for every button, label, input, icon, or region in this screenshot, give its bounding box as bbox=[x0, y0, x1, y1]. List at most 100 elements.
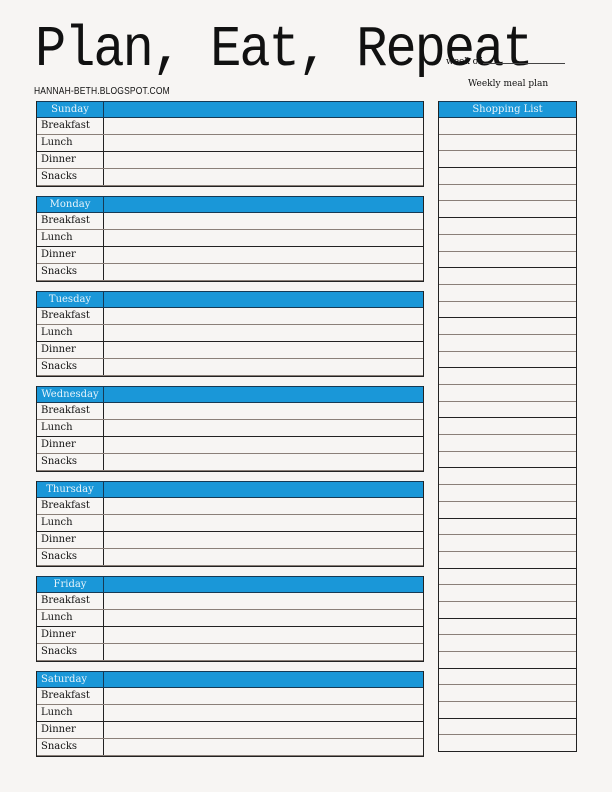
day-name: Sunday bbox=[37, 102, 104, 117]
shopping-list-line[interactable] bbox=[439, 201, 576, 219]
meal-entry-field[interactable] bbox=[104, 644, 423, 660]
meal-entry-field[interactable] bbox=[104, 437, 423, 453]
shopping-list-line[interactable] bbox=[439, 118, 576, 135]
shopping-list-line[interactable] bbox=[439, 652, 576, 669]
shopping-list-line[interactable] bbox=[439, 335, 576, 352]
meal-label: Snacks bbox=[37, 264, 104, 280]
meal-entry-field[interactable] bbox=[104, 213, 423, 229]
day-header: Friday bbox=[37, 576, 423, 593]
day-header: Tuesday bbox=[37, 291, 423, 308]
meal-entry-field[interactable] bbox=[104, 739, 423, 755]
shopping-list-line[interactable] bbox=[439, 569, 576, 586]
shopping-list-line[interactable] bbox=[439, 685, 576, 703]
shopping-list-line[interactable] bbox=[439, 168, 576, 185]
shopping-list-line[interactable] bbox=[439, 702, 576, 719]
meal-entry-field[interactable] bbox=[104, 264, 423, 280]
shopping-list-line[interactable] bbox=[439, 151, 576, 169]
meal-entry-field[interactable] bbox=[104, 454, 423, 470]
shopping-list-line[interactable] bbox=[439, 519, 576, 536]
shopping-list-line[interactable] bbox=[439, 452, 576, 469]
week-of-field[interactable]: week of bbox=[446, 55, 566, 67]
subtitle: Weekly meal plan bbox=[468, 79, 549, 89]
shopping-list-line[interactable] bbox=[439, 669, 576, 686]
meal-entry-field[interactable] bbox=[104, 247, 423, 263]
meal-entry-field[interactable] bbox=[104, 549, 423, 565]
meal-entry-field[interactable] bbox=[104, 135, 423, 151]
meal-entry-field[interactable] bbox=[104, 152, 423, 168]
shopping-list-line[interactable] bbox=[439, 268, 576, 285]
shopping-list-line[interactable] bbox=[439, 368, 576, 385]
meal-row: Breakfast bbox=[37, 118, 423, 135]
meal-label: Dinner bbox=[37, 627, 104, 643]
meal-entry-field[interactable] bbox=[104, 593, 423, 609]
shopping-list-line[interactable] bbox=[439, 535, 576, 552]
shopping-list-line[interactable] bbox=[439, 135, 576, 152]
meal-row: Dinner bbox=[37, 627, 423, 644]
shopping-list-line[interactable] bbox=[439, 352, 576, 369]
shopping-list-line[interactable] bbox=[439, 552, 576, 569]
shopping-list-line[interactable] bbox=[439, 402, 576, 419]
shopping-list-header: Shopping List bbox=[439, 101, 576, 118]
meal-entry-field[interactable] bbox=[104, 403, 423, 419]
meal-row: Dinner bbox=[37, 247, 423, 264]
day-name: Thursday bbox=[37, 482, 104, 497]
shopping-list-line[interactable] bbox=[439, 435, 576, 452]
meal-entry-field[interactable] bbox=[104, 722, 423, 738]
meal-entry-field[interactable] bbox=[104, 627, 423, 643]
day-name: Monday bbox=[37, 197, 104, 212]
meal-entry-field[interactable] bbox=[104, 610, 423, 626]
shopping-list-line[interactable] bbox=[439, 619, 576, 636]
shopping-list-line[interactable] bbox=[439, 318, 576, 335]
meal-entry-field[interactable] bbox=[104, 230, 423, 246]
shopping-list-line[interactable] bbox=[439, 252, 576, 269]
shopping-list-line[interactable] bbox=[439, 635, 576, 652]
shopping-list-line[interactable] bbox=[439, 185, 576, 202]
meal-label: Snacks bbox=[37, 169, 104, 185]
shopping-list-line[interactable] bbox=[439, 735, 576, 751]
meal-row: Dinner bbox=[37, 437, 423, 454]
week-of-blank[interactable] bbox=[483, 55, 566, 64]
meal-label: Snacks bbox=[37, 359, 104, 375]
meal-row: Breakfast bbox=[37, 498, 423, 515]
meal-entry-field[interactable] bbox=[104, 342, 423, 358]
meal-label: Snacks bbox=[37, 454, 104, 470]
shopping-list-line[interactable] bbox=[439, 285, 576, 302]
shopping-list-lines bbox=[439, 118, 576, 751]
shopping-list-line[interactable] bbox=[439, 235, 576, 252]
shopping-list-line[interactable] bbox=[439, 485, 576, 502]
meal-entry-field[interactable] bbox=[104, 515, 423, 531]
meal-entry-field[interactable] bbox=[104, 420, 423, 436]
meal-label: Dinner bbox=[37, 532, 104, 548]
shopping-list-line[interactable] bbox=[439, 302, 576, 319]
day-table-saturday: Saturday Breakfast Lunch Dinner Snacks bbox=[36, 671, 424, 757]
shopping-list-line[interactable] bbox=[439, 218, 576, 235]
shopping-list-line[interactable] bbox=[439, 585, 576, 602]
meal-entry-field[interactable] bbox=[104, 169, 423, 185]
shopping-list-line[interactable] bbox=[439, 468, 576, 486]
meal-label: Dinner bbox=[37, 722, 104, 738]
meal-label: Lunch bbox=[37, 610, 104, 626]
meal-entry-field[interactable] bbox=[104, 498, 423, 514]
day-header: Wednesday bbox=[37, 386, 423, 403]
shopping-list-line[interactable] bbox=[439, 418, 576, 436]
meal-row: Breakfast bbox=[37, 213, 423, 230]
shopping-list-line[interactable] bbox=[439, 719, 576, 736]
shopping-list-line[interactable] bbox=[439, 502, 576, 519]
meal-entry-field[interactable] bbox=[104, 118, 423, 134]
meal-row: Snacks bbox=[37, 264, 423, 281]
meal-entry-field[interactable] bbox=[104, 705, 423, 721]
meal-entry-field[interactable] bbox=[104, 325, 423, 341]
day-name: Friday bbox=[37, 577, 104, 592]
day-name: Tuesday bbox=[37, 292, 104, 307]
meal-row: Snacks bbox=[37, 454, 423, 471]
meal-row: Lunch bbox=[37, 325, 423, 342]
meal-entry-field[interactable] bbox=[104, 532, 423, 548]
shopping-list-line[interactable] bbox=[439, 602, 576, 619]
shopping-list-line[interactable] bbox=[439, 385, 576, 402]
meal-label: Dinner bbox=[37, 152, 104, 168]
meal-entry-field[interactable] bbox=[104, 359, 423, 375]
meal-entry-field[interactable] bbox=[104, 688, 423, 704]
meal-row: Dinner bbox=[37, 722, 423, 739]
meal-row: Snacks bbox=[37, 644, 423, 661]
meal-entry-field[interactable] bbox=[104, 308, 423, 324]
